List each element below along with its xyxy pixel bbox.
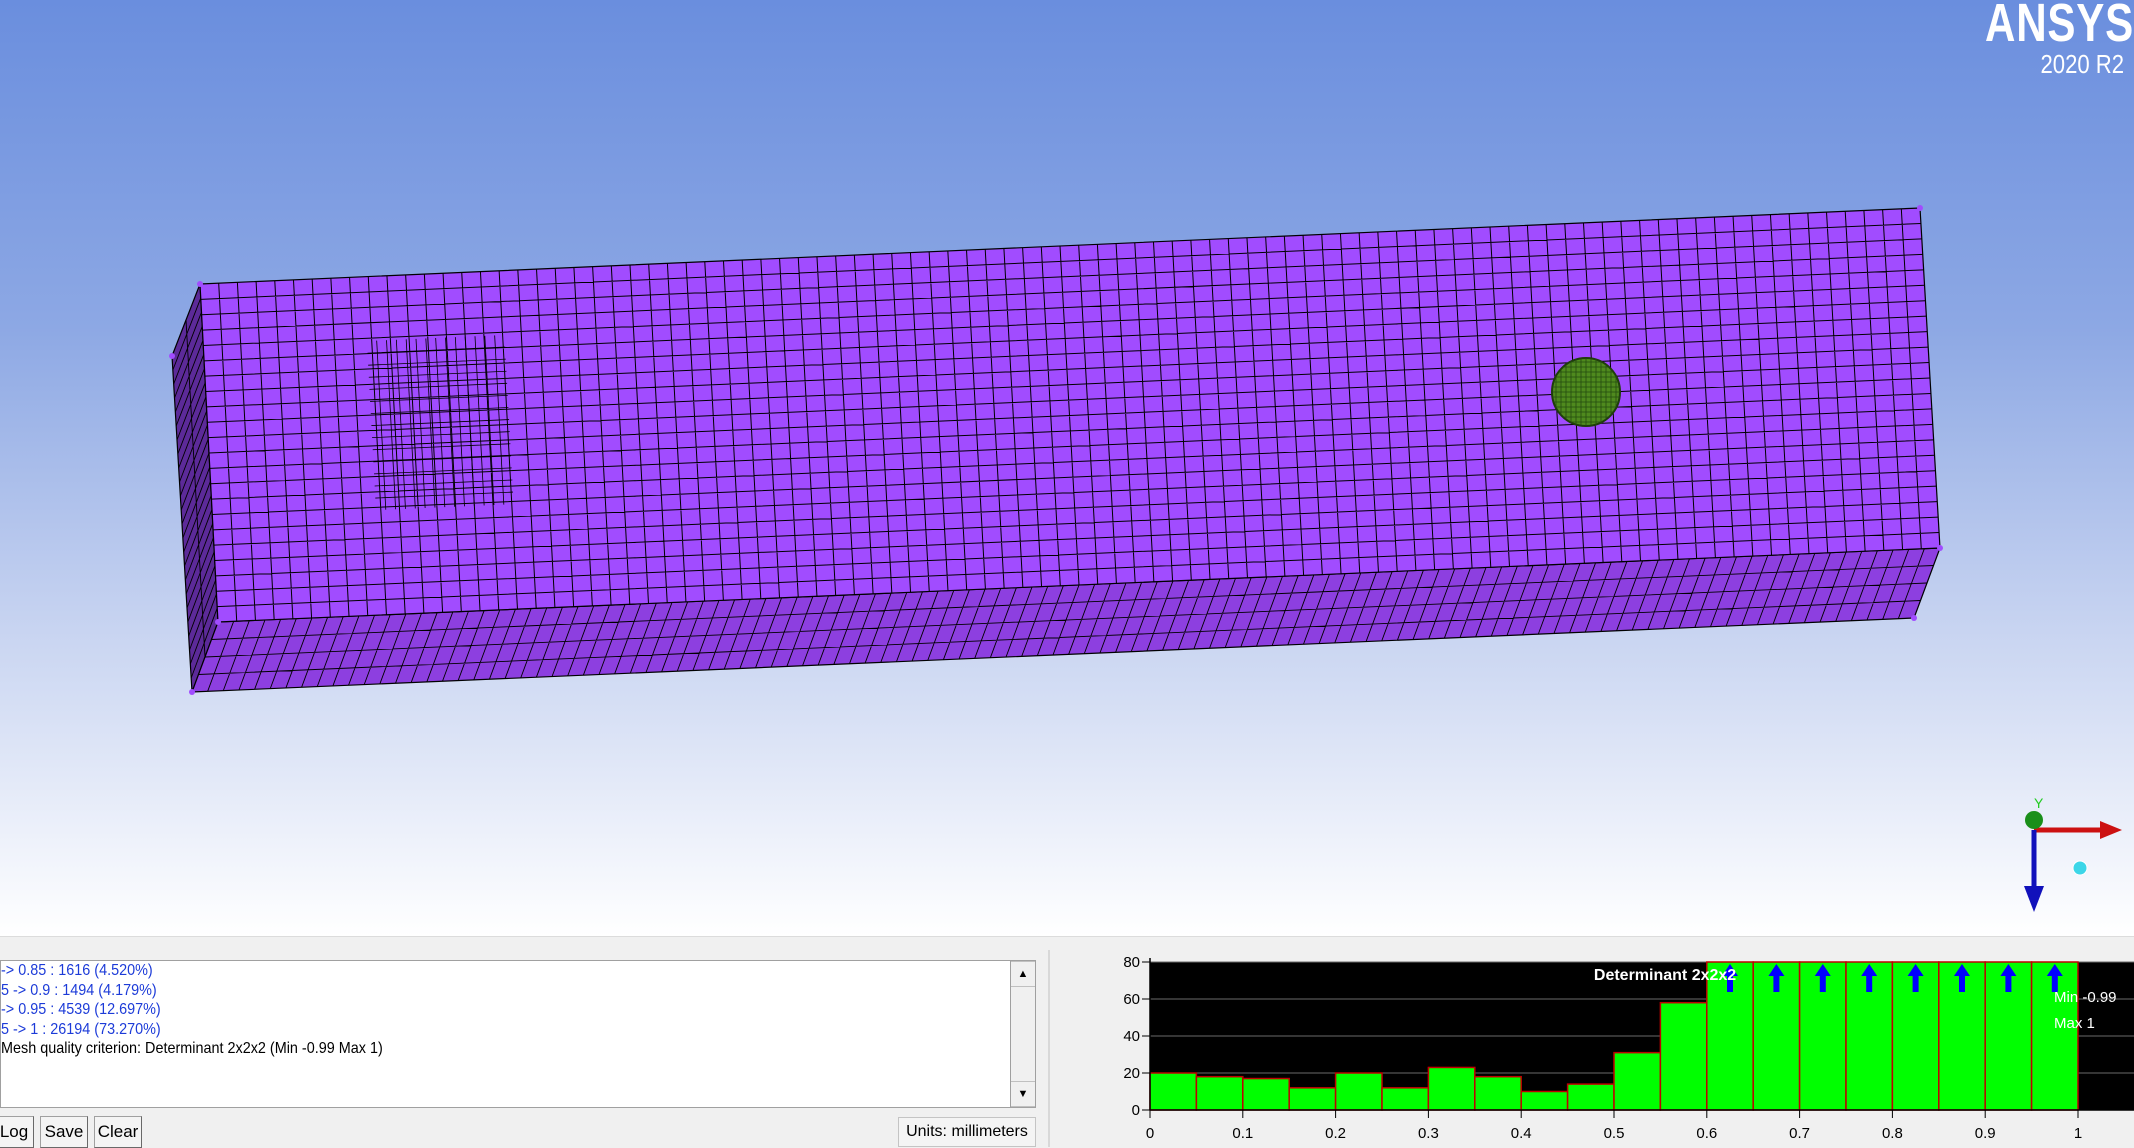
console-scrollbar[interactable]: ▲ ▼	[1010, 960, 1036, 1108]
histogram-bar	[1334, 1072, 1383, 1111]
y-tick-label: 80	[1123, 954, 1140, 971]
x-tick-label: 0.7	[1789, 1125, 1810, 1142]
ansys-logo: ANSYS 2020 R2	[1943, 0, 2134, 78]
vertex-marker	[189, 689, 195, 695]
histogram-bar	[1613, 1051, 1662, 1111]
vertex-marker	[215, 619, 221, 625]
y-tick-label: 20	[1123, 1065, 1140, 1082]
quality-histogram[interactable]: 0 20 40 60 80 0 0.1 0.2 0.3 0.4 0.5 0.6 0.7 0.8 0.9 1 De…	[1100, 950, 2134, 1147]
x-tick-label: 0.9	[1975, 1125, 1996, 1142]
axis-triad: Y	[2024, 795, 2122, 912]
y-tick-label: 60	[1123, 991, 1140, 1008]
axis-origin-icon	[2025, 811, 2043, 829]
histogram-bar	[1474, 1075, 1522, 1111]
histogram-bar	[1288, 1087, 1337, 1111]
scroll-down-icon[interactable]: ▼	[1011, 1081, 1035, 1107]
histogram-bar	[1520, 1090, 1569, 1111]
message-console[interactable]: -> 0.85 : 1616 (4.520%) 5 -> 0.9 : 1494 …	[0, 960, 1012, 1108]
axis-x-arrow-icon	[2100, 821, 2122, 839]
log-button[interactable]: Log	[0, 1116, 34, 1148]
console-line: -> 0.85 : 1616 (4.520%)	[1, 962, 153, 979]
panel-divider	[1048, 950, 1050, 1147]
mesh-model	[169, 205, 1943, 695]
clear-button[interactable]: Clear	[94, 1116, 142, 1148]
histogram-bar	[1427, 1066, 1476, 1111]
axis-z-arrow-icon	[2024, 886, 2044, 912]
save-button[interactable]: Save	[40, 1116, 88, 1148]
histogram-annotation: Max 1	[2054, 1015, 2095, 1032]
vertex-marker	[1911, 615, 1917, 621]
x-tick-label: 0	[1146, 1125, 1154, 1142]
y-tick-label: 40	[1123, 1028, 1140, 1045]
console-line: 5 -> 0.9 : 1494 (4.179%)	[1, 981, 157, 999]
scroll-up-icon[interactable]: ▲	[1011, 961, 1035, 987]
x-tick-label: 0.6	[1696, 1125, 1717, 1142]
sphere-object	[1551, 357, 1621, 427]
histogram-annotation: Min -0.99	[2054, 989, 2117, 1006]
axis-y-label: Y	[2034, 795, 2044, 811]
console-line: -> 0.95 : 4539 (12.697%)	[1, 1001, 161, 1019]
brand-version: 2020 R2	[2040, 49, 2124, 79]
histogram-bar	[1566, 1083, 1615, 1111]
console-line: 5 -> 1 : 26194 (73.270%)	[1, 1020, 161, 1038]
histogram-bar	[1242, 1077, 1290, 1111]
bottom-panel: -> 0.85 : 1616 (4.520%) 5 -> 0.9 : 1494 …	[0, 936, 2134, 1148]
y-tick-label: 0	[1132, 1102, 1140, 1119]
histogram-bar	[1195, 1075, 1244, 1111]
axis-light-icon	[2072, 860, 2088, 876]
vertex-marker	[197, 281, 203, 287]
vertex-marker	[1937, 545, 1943, 551]
panel-splitter[interactable]	[0, 936, 2134, 951]
x-tick-label: 0.2	[1325, 1125, 1346, 1142]
vertex-marker	[169, 353, 175, 359]
x-tick-label: 0.8	[1882, 1125, 1903, 1142]
histogram-bar	[1149, 1072, 1198, 1111]
x-tick-label: 0.5	[1604, 1125, 1625, 1142]
vertex-marker	[1917, 205, 1923, 211]
graphics-viewport[interactable]: ANSYS 2020 R2 Y	[0, 0, 2134, 936]
console-line: Mesh quality criterion: Determinant 2x2x…	[1, 1040, 383, 1058]
brand-name: ANSYS	[1984, 0, 2134, 53]
histogram-bar	[1381, 1087, 1430, 1111]
histogram-bar	[1659, 1001, 1708, 1111]
x-tick-label: 0.3	[1418, 1125, 1439, 1142]
histogram-title: Determinant 2x2x2	[1594, 967, 1736, 984]
x-tick-label: 0.4	[1511, 1125, 1532, 1142]
units-label: Units: millimeters	[898, 1117, 1036, 1147]
x-tick-label: 0.1	[1232, 1125, 1253, 1142]
x-tick-label: 1	[2074, 1125, 2082, 1142]
